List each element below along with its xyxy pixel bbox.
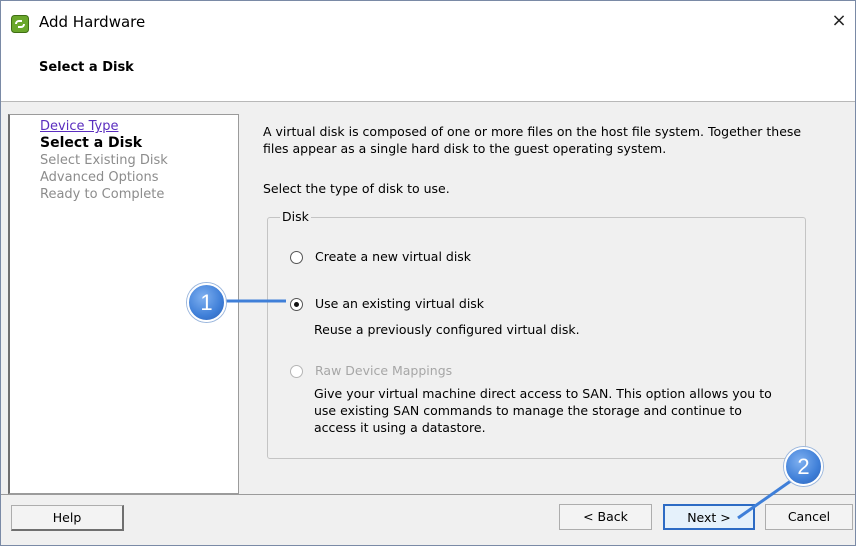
add-hardware-dialog: Add Hardware × Select a Disk Device Type… — [0, 0, 856, 546]
use-existing-disk-description: Reuse a previously configured virtual di… — [314, 321, 580, 338]
callout-badge-1: 1 — [187, 283, 226, 322]
description-line: files appear as a single hard disk to th… — [263, 141, 667, 156]
disk-group-legend: Disk — [280, 209, 311, 224]
page-title: Select a Disk — [39, 60, 134, 75]
footer-divider — [1, 494, 855, 495]
next-button[interactable]: Next > — [663, 504, 755, 530]
radio-raw-device-mappings — [290, 365, 303, 378]
wizard-steps: Device Type Select a Disk Select Existin… — [40, 118, 168, 203]
help-button[interactable]: Help — [11, 505, 124, 531]
radio-use-existing-disk[interactable] — [290, 298, 303, 311]
step-select-existing-disk: Select Existing Disk — [40, 153, 168, 168]
title-bar: Add Hardware × — [1, 1, 855, 41]
disk-group: Disk Create a new virtual disk Use an ex… — [267, 209, 806, 459]
step-select-a-disk: Select a Disk — [40, 135, 143, 151]
raw-device-mappings-label: Raw Device Mappings — [315, 363, 453, 378]
description-text: A virtual disk is composed of one or mor… — [263, 123, 843, 157]
back-button[interactable]: < Back — [559, 504, 652, 530]
cancel-button[interactable]: Cancel — [765, 504, 853, 530]
radio-create-new-disk[interactable] — [290, 251, 303, 264]
raw-device-mappings-description: Give your virtual machine direct access … — [314, 385, 772, 436]
create-new-disk-label[interactable]: Create a new virtual disk — [315, 249, 471, 264]
step-advanced-options: Advanced Options — [40, 170, 159, 185]
option-description-line: use existing SAN commands to manage the … — [314, 403, 742, 418]
option-description-line: access it using a datastore. — [314, 420, 486, 435]
page-header: Select a Disk — [1, 41, 855, 102]
content-area: A virtual disk is composed of one or mor… — [263, 123, 843, 196]
close-icon[interactable]: × — [827, 9, 851, 33]
option-description-line: Give your virtual machine direct access … — [314, 386, 772, 401]
step-device-type[interactable]: Device Type — [40, 118, 168, 135]
window-title: Add Hardware — [39, 13, 146, 31]
step-ready-to-complete: Ready to Complete — [40, 187, 165, 202]
description-line: A virtual disk is composed of one or mor… — [263, 124, 802, 139]
callout-badge-2: 2 — [784, 447, 823, 486]
vsphere-app-icon — [11, 15, 29, 33]
disk-type-prompt: Select the type of disk to use. — [263, 181, 450, 196]
option-description-line: Reuse a previously configured virtual di… — [314, 322, 580, 337]
use-existing-disk-label[interactable]: Use an existing virtual disk — [315, 296, 484, 311]
